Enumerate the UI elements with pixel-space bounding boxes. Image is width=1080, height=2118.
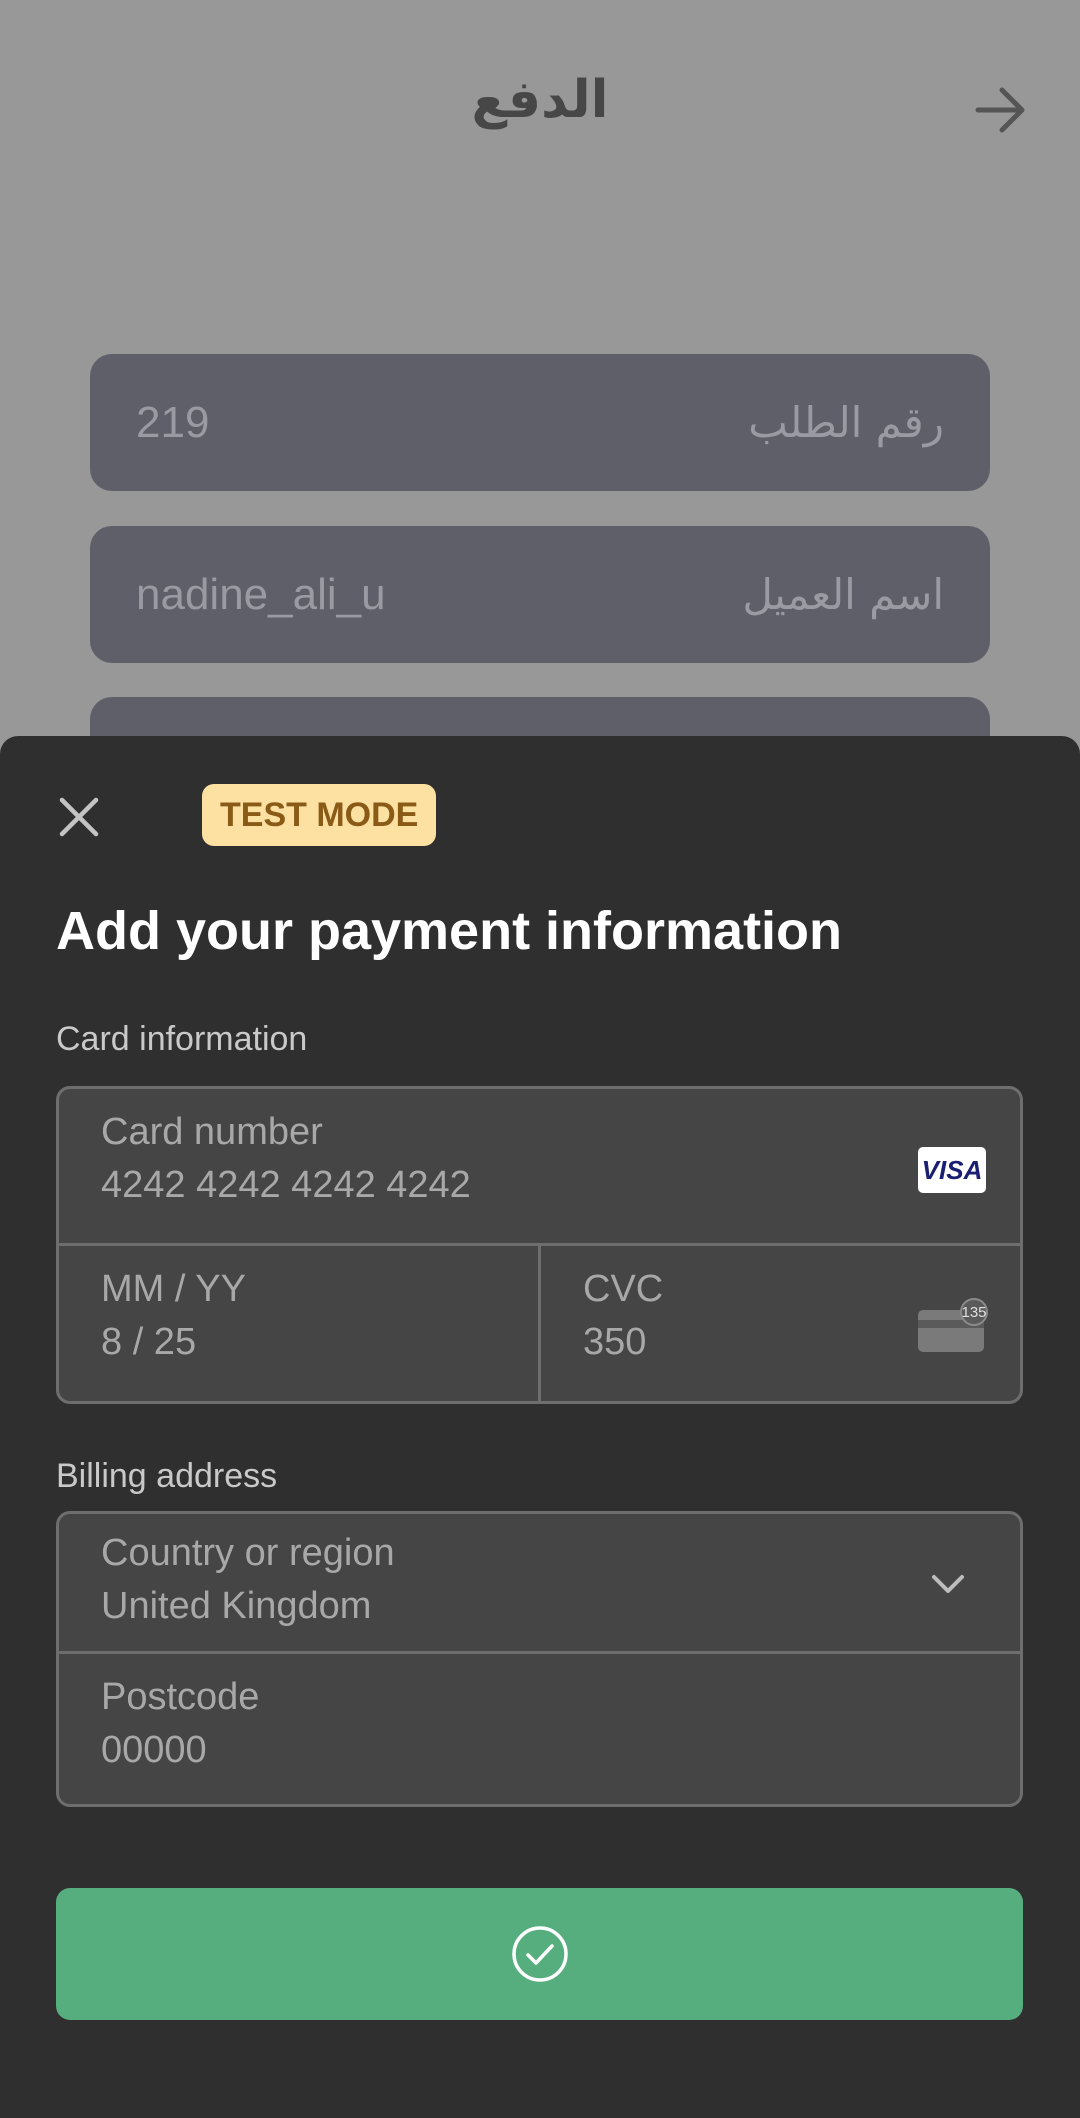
order-number-value: 219 — [136, 397, 210, 447]
country-label: Country or region — [101, 1532, 395, 1574]
card-number-label: Card number — [101, 1111, 323, 1153]
customer-name-field[interactable]: nadine_ali_u اسم العميل — [90, 526, 990, 663]
country-value: United Kingdom — [101, 1585, 372, 1627]
page-header: الدفع — [0, 0, 1080, 220]
expiry-input[interactable]: 8 / 25 — [101, 1312, 496, 1372]
cvc-field[interactable]: CVC 350 135 — [541, 1246, 1020, 1401]
cvc-card-icon: 135 — [918, 1298, 988, 1352]
expiry-field[interactable]: MM / YY 8 / 25 — [59, 1246, 538, 1401]
postcode-input[interactable]: 00000 — [101, 1720, 978, 1780]
chevron-down-icon — [932, 1575, 964, 1593]
card-number-field[interactable]: Card number 4242 4242 4242 4242 VISA — [59, 1089, 1020, 1243]
expiry-label: MM / YY — [101, 1268, 246, 1310]
billing-address-group: Country or region United Kingdom Postcod… — [56, 1511, 1023, 1807]
visa-icon: VISA — [918, 1147, 986, 1193]
postcode-field[interactable]: Postcode 00000 — [59, 1654, 1020, 1804]
country-select[interactable]: Country or region United Kingdom — [59, 1514, 1020, 1651]
card-number-input[interactable]: 4242 4242 4242 4242 — [101, 1155, 978, 1215]
cvc-icon-text: 135 — [961, 1304, 986, 1321]
page-title: الدفع — [471, 70, 609, 130]
expiry-cvc-row: MM / YY 8 / 25 CVC 350 135 — [59, 1246, 1020, 1401]
checkmark-circle-icon — [511, 1926, 568, 1982]
billing-address-label: Billing address — [56, 1457, 278, 1495]
back-arrow-icon[interactable] — [972, 82, 1028, 138]
order-number-label: رقم الطلب — [748, 398, 944, 447]
order-number-field[interactable]: 219 رقم الطلب — [90, 354, 990, 491]
screen: الدفع 219 رقم الطلب nadine_ali_u اسم الع… — [0, 0, 1080, 2118]
card-information-label: Card information — [56, 1020, 308, 1058]
test-mode-badge: TEST MODE — [202, 784, 437, 846]
customer-name-label: اسم العميل — [742, 570, 944, 619]
submit-payment-button[interactable] — [56, 1888, 1023, 2020]
customer-name-value: nadine_ali_u — [136, 569, 386, 619]
close-icon[interactable] — [54, 792, 104, 842]
sheet-title: Add your payment information — [56, 901, 843, 961]
postcode-label: Postcode — [101, 1676, 260, 1718]
card-information-group: Card number 4242 4242 4242 4242 VISA MM … — [56, 1086, 1023, 1404]
